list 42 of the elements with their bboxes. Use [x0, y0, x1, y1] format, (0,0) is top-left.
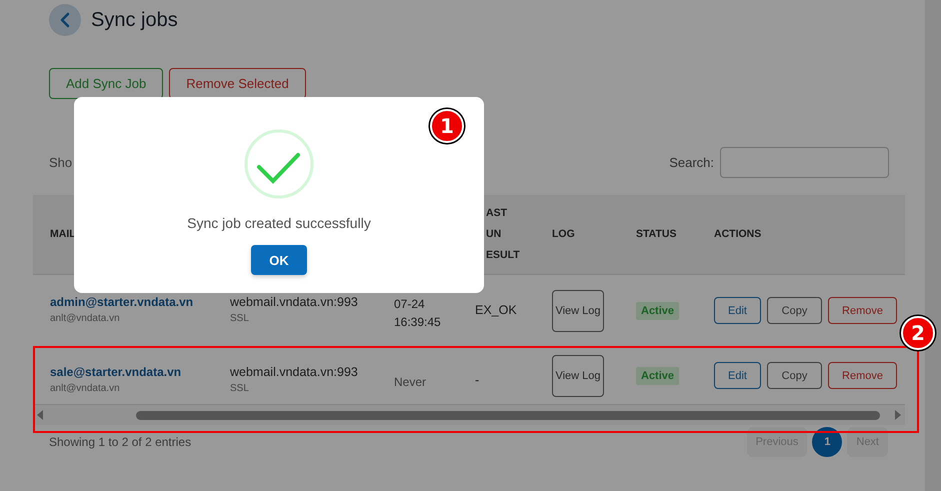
- column-header: AST UN ESULT: [486, 206, 521, 263]
- edit-button[interactable]: Edit: [714, 297, 761, 324]
- annotation-marker: 2: [901, 316, 935, 350]
- mailbox-link[interactable]: sale@starter.vndata.vn: [50, 365, 230, 379]
- search-label: Search:: [669, 155, 714, 170]
- ok-button[interactable]: OK: [251, 245, 307, 275]
- search-field[interactable]: [720, 147, 889, 178]
- horizontal-scrollbar[interactable]: [33, 405, 905, 425]
- remove-button[interactable]: Remove: [828, 297, 897, 324]
- column-header: STATUS: [636, 228, 676, 240]
- host-text: webmail.vndata.vn:993: [230, 295, 359, 309]
- success-check-icon: [244, 129, 314, 199]
- entries-info: Showing 1 to 2 of 2 entries: [49, 435, 192, 449]
- back-button[interactable]: [49, 4, 81, 36]
- column-header: ACTIONS: [714, 228, 762, 240]
- mailbox-link[interactable]: admin@starter.vndata.vn: [50, 295, 230, 309]
- add-sync-job-button[interactable]: Add Sync Job: [49, 68, 164, 99]
- status-badge: Active: [636, 302, 680, 320]
- column-header: MAIL: [50, 228, 76, 240]
- page-button[interactable]: 1: [812, 427, 842, 457]
- security-text: SSL: [230, 313, 250, 324]
- dialog-message: Sync job created successfully: [187, 215, 371, 231]
- view-log-button[interactable]: View Log: [552, 354, 604, 396]
- edit-button[interactable]: Edit: [714, 362, 761, 389]
- host-text: webmail.vndata.vn:993: [230, 365, 359, 379]
- column-header: LOG: [552, 228, 575, 240]
- show-entries-label: Sho: [49, 155, 72, 170]
- user-text: anlt@vndata.vn: [50, 313, 121, 324]
- page-scrollbar[interactable]: [925, 0, 941, 491]
- result-text: EX_OK: [475, 303, 518, 317]
- page-title: Sync jobs: [91, 8, 178, 32]
- result-text: -: [475, 373, 480, 387]
- copy-button[interactable]: Copy: [767, 297, 822, 324]
- user-text: anlt@vndata.vn: [50, 383, 121, 394]
- view-log-button[interactable]: View Log: [552, 290, 604, 332]
- last-run-text: Never: [394, 374, 428, 391]
- status-badge: Active: [636, 366, 680, 384]
- last-run-text: 07-24 16:39:45: [394, 296, 442, 331]
- remove-selected-button[interactable]: Remove Selected: [169, 68, 306, 99]
- copy-button[interactable]: Copy: [767, 362, 822, 389]
- security-text: SSL: [230, 383, 250, 394]
- remove-button[interactable]: Remove: [828, 362, 897, 389]
